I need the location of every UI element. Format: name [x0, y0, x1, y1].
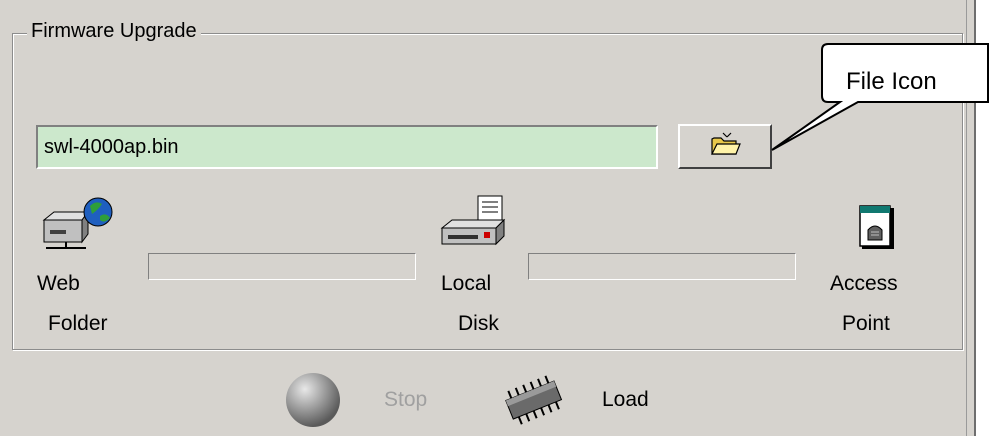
disk-to-ap-progress	[528, 253, 796, 280]
web-to-disk-progress	[148, 253, 416, 280]
stop-button[interactable]	[282, 370, 344, 435]
access-point-label-line2: Point	[842, 312, 890, 335]
stop-label[interactable]: Stop	[384, 388, 427, 412]
load-button[interactable]	[496, 374, 572, 433]
local-disk-label-line1: Local	[441, 272, 492, 295]
stop-icon	[286, 373, 340, 427]
web-folder-label-line1: Web	[37, 272, 80, 295]
group-title: Firmware Upgrade	[27, 20, 201, 43]
access-point-icon	[856, 196, 896, 255]
local-disk-icon	[438, 194, 508, 257]
firmware-file-input[interactable]	[36, 125, 658, 169]
web-folder-icon	[40, 196, 118, 265]
chip-icon	[505, 375, 563, 425]
open-folder-icon	[708, 131, 742, 162]
access-point-label-line1: Access	[830, 272, 898, 295]
control-bar	[0, 352, 966, 436]
web-folder-label-line2: Folder	[48, 312, 108, 335]
browse-file-button[interactable]	[678, 124, 772, 169]
local-disk-label-line2: Disk	[458, 312, 499, 335]
load-label[interactable]: Load	[602, 388, 649, 412]
callout-label: File Icon	[846, 68, 937, 95]
file-icon-callout	[771, 43, 989, 151]
